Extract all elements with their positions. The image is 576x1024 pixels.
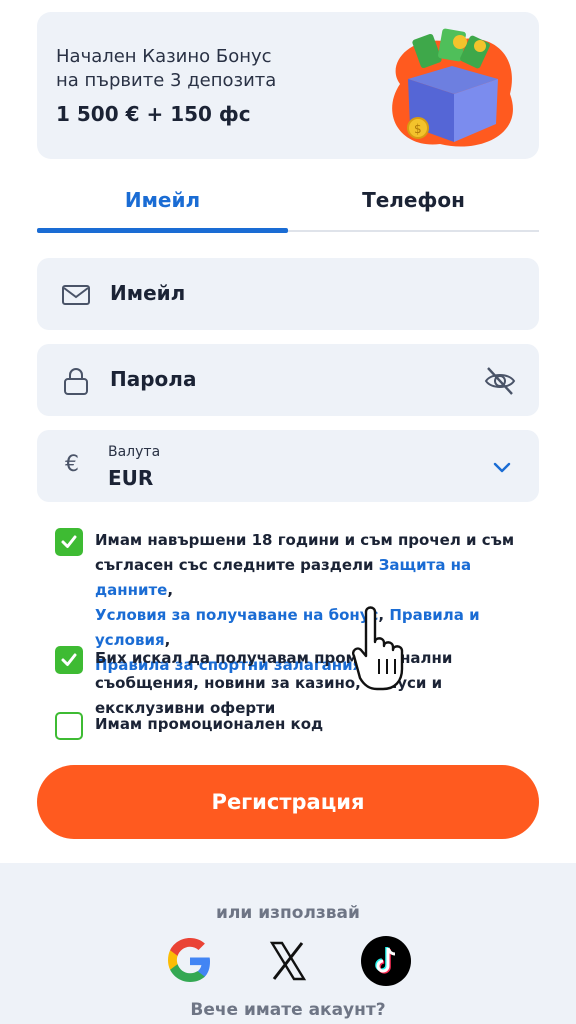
email-field[interactable]: Имейл [37,258,539,330]
promo-checkbox[interactable] [55,646,83,674]
link-bonus-terms[interactable]: Условия за получаване на бонус [95,606,378,624]
tab-email[interactable]: Имейл [37,170,288,230]
svg-text:$: $ [414,122,422,136]
lock-icon [64,368,88,395]
currency-label: Валута [108,444,161,460]
mail-icon [62,285,90,305]
password-placeholder: Парола [110,367,197,391]
google-icon[interactable] [164,935,216,987]
active-tab-indicator [37,228,288,233]
bonus-amount: 1 500 € + 150 фс [56,102,251,126]
have-account-link[interactable]: Вече имате акаунт? [0,1000,576,1020]
promo-code-checkbox[interactable] [55,712,83,740]
bonus-title-line1: Начален Казино Бонус [56,46,272,67]
password-field[interactable]: Парола [37,344,539,416]
promo-code-text: Имам промоционален код [95,715,324,733]
or-use-label: или използвай [216,903,360,923]
x-icon[interactable] [262,935,314,987]
chevron-down-icon[interactable] [491,456,513,478]
terms-checkbox[interactable] [55,528,83,556]
checkmark-icon [61,535,77,548]
money-box-illustration: $ [392,28,513,147]
checkmark-icon [61,653,77,666]
auth-method-tabs: Имейл Телефон [37,170,539,234]
bonus-title-line2: на първите 3 депозита [56,70,277,91]
promo-text: Бих искал да получавам промоционални съо… [95,649,453,717]
euro-icon: € [65,452,79,477]
social-login-panel: или използвай Вече имате акаунт? [0,863,576,1024]
bonus-banner[interactable]: Начален Казино Бонус на първите 3 депози… [37,12,539,159]
currency-value: EUR [108,466,154,490]
currency-select[interactable]: € Валута EUR [37,430,539,502]
eye-off-icon[interactable] [483,364,517,398]
register-button[interactable]: Регистрация [37,765,539,839]
email-placeholder: Имейл [110,281,186,305]
tab-phone[interactable]: Телефон [288,170,539,230]
tiktok-icon[interactable] [360,935,412,987]
